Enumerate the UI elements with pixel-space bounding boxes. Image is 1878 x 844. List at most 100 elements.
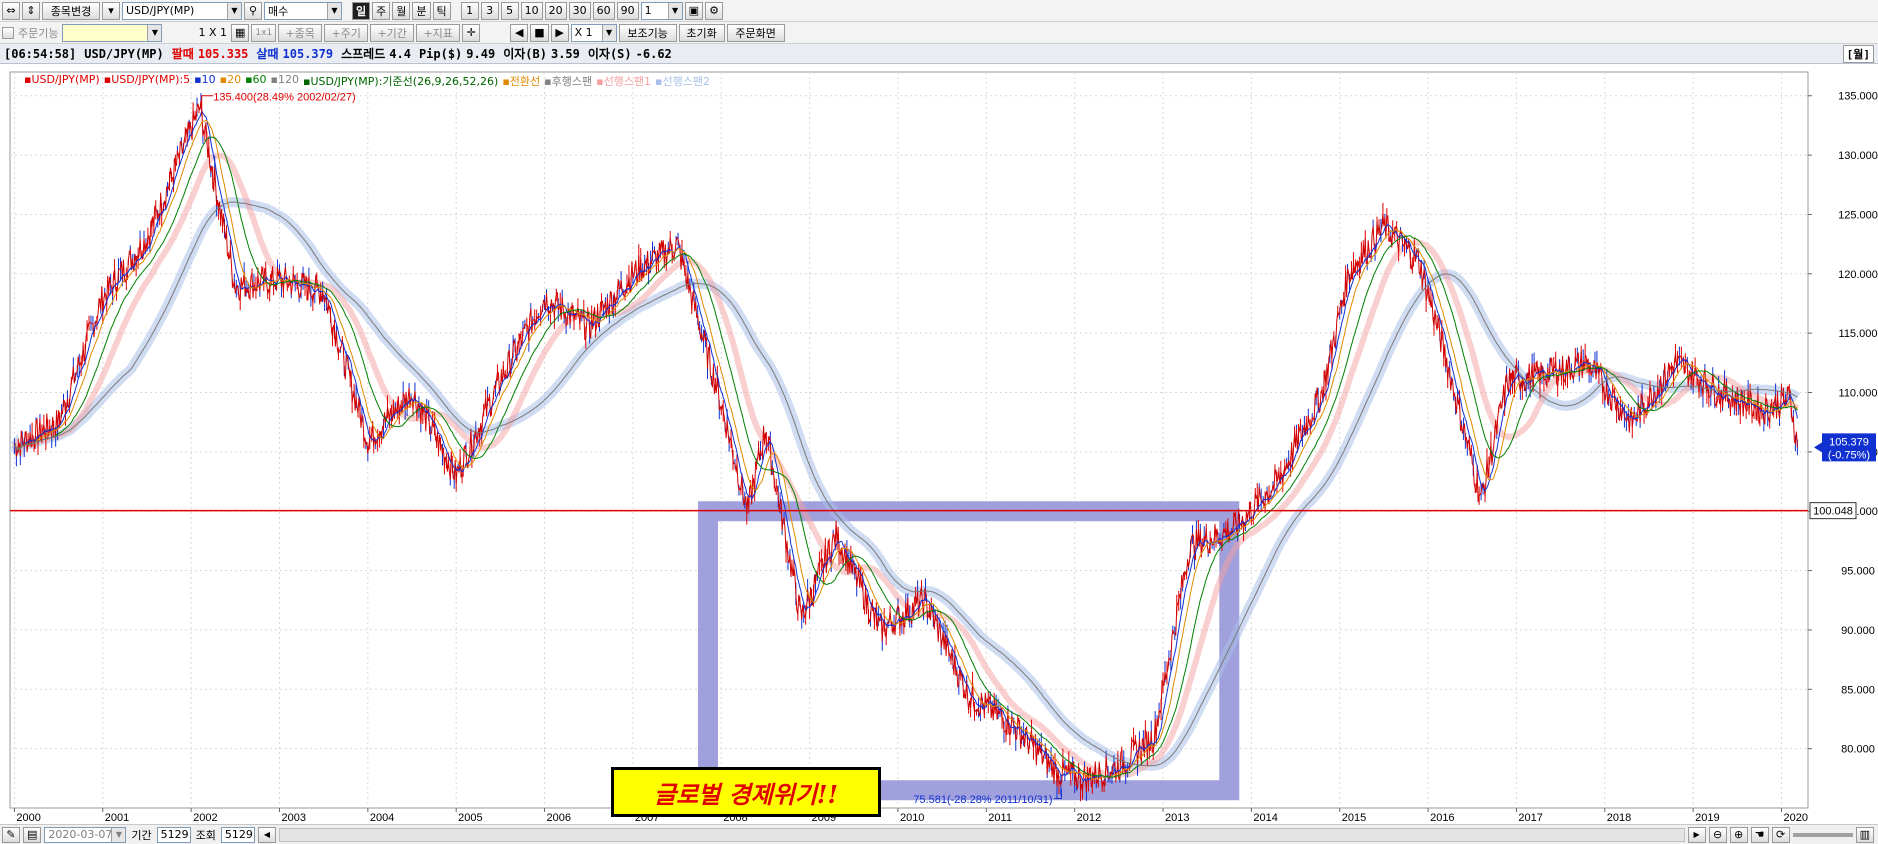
query-label[interactable]: 조회	[194, 827, 218, 843]
save-icon[interactable]: ▣	[684, 1, 704, 20]
date-field[interactable]: 2020-03-07 ▼	[44, 826, 127, 843]
interval-60-button[interactable]: 60	[592, 1, 615, 20]
interval-30-button[interactable]: 30	[568, 1, 591, 20]
aux-func-button[interactable]: 보조기능	[618, 23, 677, 42]
x-tick-label: 2006	[547, 812, 571, 824]
chevron-down-icon: ▼	[227, 2, 241, 19]
grid-icon[interactable]: ▦	[231, 23, 250, 42]
scroll-right-icon[interactable]: ▶	[1687, 826, 1706, 843]
add-symbol-button[interactable]: +종목	[278, 23, 323, 42]
interval-input[interactable]: 1 ▼	[640, 1, 683, 20]
sell-value: 105.335	[197, 46, 249, 61]
interval-5-button[interactable]: 5	[500, 1, 519, 20]
chart-canvas[interactable]: 80.00085.00090.00095.000100.000105.00011…	[0, 64, 1878, 824]
symbol-select[interactable]: USD/JPY(MP) ▼	[122, 1, 242, 20]
query-input[interactable]: 5129	[220, 826, 255, 843]
y-tick-label: 120.000	[1838, 269, 1878, 281]
add-cycle-button[interactable]: +주기	[324, 23, 369, 42]
hand-icon[interactable]: ☚	[1750, 826, 1769, 843]
y-tick-label: 95.000	[1841, 566, 1875, 578]
period-input[interactable]: 5129	[156, 826, 191, 843]
secondary-toolbar: 주문기능 ▼ 1 X 1 ▦ 1x1 +종목 +주기 +기간 +지표 ✛ ◀ ■…	[0, 22, 1878, 44]
layout-icon[interactable]: ▥	[1855, 826, 1874, 843]
crosshair-icon[interactable]: ✛	[462, 23, 481, 42]
chevron-down-icon[interactable]: ▾	[102, 1, 120, 20]
interval-90-button[interactable]: 90	[616, 1, 639, 20]
period-day-button[interactable]: 일	[352, 1, 371, 20]
symbol-value: USD/JPY(MP)	[126, 4, 195, 17]
date-value: 2020-03-07	[48, 828, 113, 841]
y-tick-label: 90.000	[1841, 625, 1875, 637]
y-tick-label: 135.000	[1838, 91, 1878, 103]
annotation-low: 75.581(-28.28% 2011/10/31)	[913, 794, 1052, 806]
crisis-callout: 글로벌 경제위기!!	[611, 767, 881, 817]
arrows-icon[interactable]: ⇔	[2, 1, 20, 20]
legend-item: ▪전환선	[502, 75, 541, 88]
x-tick-label: 2017	[1518, 812, 1542, 824]
x-tick-label: 2000	[16, 812, 40, 824]
refresh-icon[interactable]: ⟳	[1771, 826, 1790, 843]
zoom-out-icon[interactable]: ⊖	[1708, 826, 1727, 843]
zoom-in-icon[interactable]: ⊕	[1729, 826, 1748, 843]
quote-info-bar: [06:54:58] USD/JPY(MP) 팔때 105.335 살때 105…	[0, 44, 1878, 64]
current-price-pointer	[1814, 442, 1822, 453]
stop-icon[interactable]: ■	[530, 23, 549, 42]
legend-item: ▪60	[245, 73, 267, 86]
side-select[interactable]: 매수 ▼	[264, 1, 342, 20]
pip-label: Pip($)	[418, 46, 463, 61]
scroll-left-icon[interactable]: ◀	[257, 826, 276, 843]
gear-icon[interactable]: ⚙	[705, 1, 724, 20]
add-period-button[interactable]: +기간	[370, 23, 415, 42]
x-tick-label: 2011	[988, 812, 1012, 824]
x-tick-label: 2005	[458, 812, 482, 824]
legend-item: ▪USD/JPY(MP):기준선(26,9,26,52,26)	[302, 75, 499, 88]
panel-icon[interactable]: ▤	[23, 826, 42, 843]
legend-item: ▪120	[270, 73, 299, 86]
price-chart[interactable]: 80.00085.00090.00095.000100.000105.00011…	[0, 64, 1878, 826]
y-tick-label: 115.000	[1839, 328, 1878, 340]
interval-1-button[interactable]: 1	[460, 1, 479, 20]
x-tick-label: 2012	[1077, 812, 1101, 824]
buy-value: 105.379	[282, 46, 334, 61]
period-minute-button[interactable]: 분	[412, 1, 431, 20]
reference-value: 100.048	[1813, 506, 1853, 518]
unit-badge[interactable]: [월]	[1842, 45, 1874, 63]
multiplier-select[interactable]: X 1 ▼	[570, 23, 617, 42]
play-forward-icon[interactable]: ▶	[550, 23, 569, 42]
bottom-bar: ✎ ▤ 2020-03-07 ▼ 기간 5129 조회 5129 ◀ ▶ ⊖ ⊕ …	[0, 824, 1878, 844]
x-tick-label: 2016	[1430, 812, 1454, 824]
interval-value: 1	[644, 4, 652, 17]
side-value: 매수	[268, 4, 289, 18]
stock-change-button[interactable]: 종목변경	[42, 1, 100, 20]
y-tick-label: 130.000	[1838, 150, 1878, 162]
reset-button[interactable]: 초기화	[678, 23, 725, 42]
legend-item: ▪20	[219, 73, 242, 86]
sell-label: 팔때	[171, 47, 194, 61]
interest-sell-label: 이자(S)	[587, 47, 632, 61]
add-indicator-button[interactable]: +지표	[416, 23, 461, 42]
current-price-change: (-0.75%)	[1828, 449, 1870, 461]
order-screen-button[interactable]: 주문화면	[726, 23, 785, 42]
legend-item: ▪USD/JPY(MP):5	[103, 73, 191, 86]
edit-icon[interactable]: ✎	[2, 826, 20, 843]
order-func-checkbox[interactable]	[2, 26, 14, 39]
search-icon[interactable]: ⚲	[244, 1, 262, 20]
layout-1x1-button[interactable]: 1x1	[251, 23, 277, 42]
quote-symbol: USD/JPY(MP)	[84, 46, 164, 61]
play-back-icon[interactable]: ◀	[510, 23, 529, 42]
updown-icon[interactable]: ⇕	[22, 1, 40, 20]
interval-20-button[interactable]: 20	[544, 1, 567, 20]
chart-scrollbar[interactable]	[278, 827, 1685, 842]
order-func-select[interactable]: ▼	[62, 23, 163, 42]
x-tick-label: 2013	[1165, 812, 1189, 824]
period-month-button[interactable]: 월	[392, 1, 411, 20]
period-tick-button[interactable]: 틱	[432, 1, 451, 20]
x-tick-label: 2015	[1342, 812, 1366, 824]
x-tick-label: 2014	[1253, 812, 1277, 824]
zoom-slider[interactable]	[1792, 832, 1853, 837]
interest-sell-value: -6.62	[635, 46, 672, 61]
interval-10-button[interactable]: 10	[520, 1, 543, 20]
main-toolbar: ⇔ ⇕ 종목변경 ▾ USD/JPY(MP) ▼ ⚲ 매수 ▼ 일 주 월 분 틱 …	[0, 0, 1878, 22]
period-week-button[interactable]: 주	[372, 1, 391, 20]
interval-3-button[interactable]: 3	[480, 1, 499, 20]
